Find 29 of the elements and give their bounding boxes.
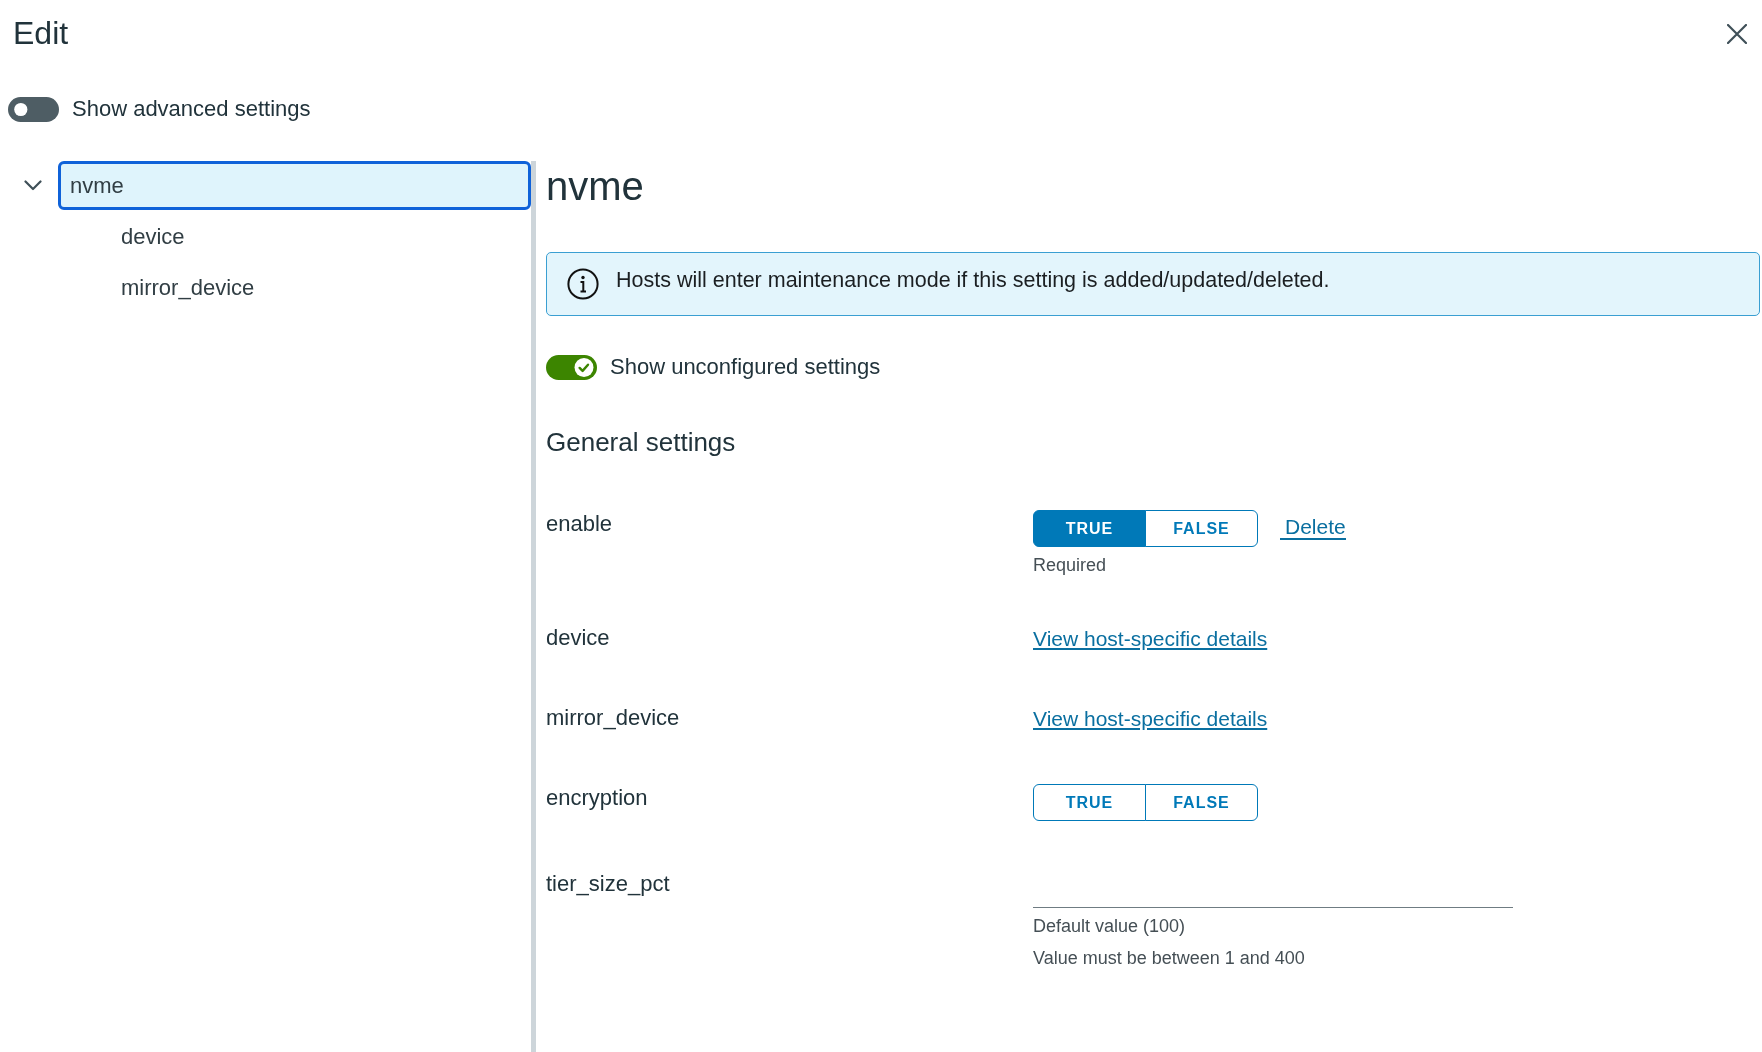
- toggle-label: Show unconfigured settings: [610, 353, 881, 381]
- delete-link[interactable]: Delete: [1280, 514, 1346, 541]
- helper-text: Value must be between 1 and 400: [1033, 948, 1305, 968]
- toggle-label: Show advanced settings: [72, 95, 311, 123]
- info-message: Hosts will enter maintenance mode if this setting is added/updated/deleted.: [616, 266, 1330, 294]
- close-icon[interactable]: [1727, 24, 1747, 44]
- helper-text: Required: [1033, 555, 1107, 575]
- toggle-switch[interactable]: [8, 96, 59, 122]
- tree-item[interactable]: device: [109, 212, 531, 261]
- chevron-down-icon[interactable]: [24, 180, 42, 191]
- setting-label: device: [546, 624, 611, 652]
- option-button[interactable]: TRUE: [1033, 784, 1146, 821]
- setting-label: mirror_device: [546, 704, 681, 732]
- dialog-title: Edit: [13, 16, 69, 52]
- helper-text: Default value (100): [1033, 916, 1186, 936]
- tree-item[interactable]: mirror_device: [109, 263, 531, 312]
- info-icon: [567, 268, 599, 300]
- setting-label: encryption: [546, 784, 649, 812]
- toggle-switch[interactable]: [546, 354, 597, 380]
- option-button[interactable]: FALSE: [1145, 510, 1258, 547]
- setting-label: tier_size_pct: [546, 870, 671, 898]
- setting-label: enable: [546, 510, 614, 538]
- details-link[interactable]: View host-specific details: [1033, 627, 1268, 650]
- panel-title: nvme: [546, 163, 645, 210]
- details-link[interactable]: View host-specific details: [1033, 707, 1268, 730]
- option-button[interactable]: FALSE: [1145, 784, 1258, 821]
- option-button[interactable]: TRUE: [1033, 510, 1146, 547]
- section-title: General settings: [546, 426, 737, 459]
- tree-item[interactable]: nvme: [58, 161, 531, 210]
